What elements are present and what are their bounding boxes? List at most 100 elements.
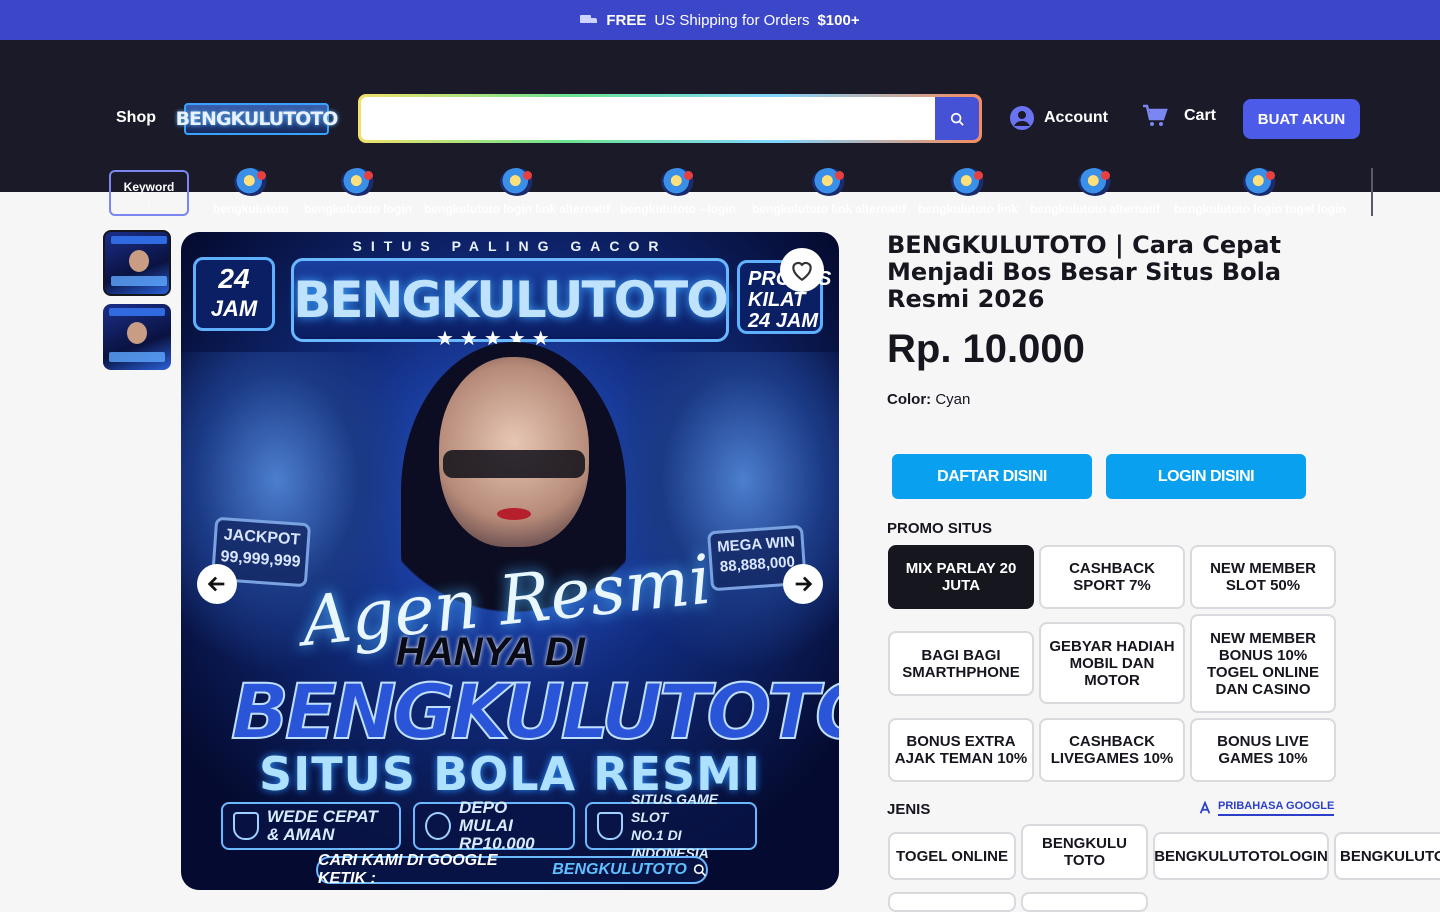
account-link[interactable]: Account [1010, 106, 1108, 130]
keyword-text: bengkulutoto login [304, 202, 412, 216]
shop-link[interactable]: Shop [116, 109, 156, 127]
keyword-item[interactable]: bengkulutoto login link alternatif [424, 168, 610, 216]
feature-text: SITUS GAME SLOT NO.1 DI INDONESIA [631, 790, 745, 862]
product-thumbnail[interactable] [103, 230, 171, 296]
product-thumbnail[interactable] [103, 304, 171, 370]
signup-button[interactable]: BUAT AKUN [1243, 99, 1360, 139]
trophy-icon [597, 812, 623, 840]
thumbnail-band [109, 308, 165, 316]
product-color: Color: Cyan [887, 391, 970, 408]
feature-box: DEPO MULAI RP10.000 [413, 799, 575, 853]
product-price: Rp. 10.000 [887, 327, 1085, 371]
carousel-prev-button[interactable] [197, 564, 237, 604]
hint-prefix: CARI KAMI DI GOOGLE KETIK : [318, 852, 498, 887]
jenis-option[interactable]: BENGKULUTOTOLOGIN [1153, 832, 1329, 880]
keyword-text: bengkulutoto login link alternatif [424, 202, 610, 216]
scroll-divider [1371, 168, 1373, 216]
translate-icon [1199, 801, 1211, 814]
badge-24-jam: 24 JAM [193, 257, 275, 331]
slot-logo-icon [1242, 168, 1277, 196]
slot-logo-icon [951, 168, 985, 196]
announcement-amount: $100+ [817, 11, 860, 29]
promo-option[interactable]: CASHBACK SPORT 7% [1039, 545, 1185, 609]
badge-line: 24 JAM [748, 310, 819, 332]
feature-text: DEPO MULAI RP10.000 [459, 799, 563, 853]
promo-option[interactable]: BONUS EXTRA AJAK TEMAN 10% [888, 718, 1034, 782]
keyword-label: Keyword : [109, 170, 189, 216]
jenis-option[interactable]: BENGKULUTOTO [1334, 832, 1440, 880]
truck-icon [580, 13, 598, 27]
coins-icon [425, 812, 451, 840]
jenis-option[interactable]: TOGEL ONLINE [888, 832, 1016, 880]
color-value: Cyan [935, 391, 971, 408]
product-title: BENGKULUTOTO | Cara Cepat Menjadi Bos Be… [887, 231, 1282, 313]
feature-line: DEPO MULAI [459, 798, 513, 835]
banner-brand-big: BENGKULUTOTO [230, 666, 839, 757]
keyword-item[interactable]: bengkulutoto [213, 168, 289, 216]
badge-24-unit: JAM [210, 296, 258, 321]
promo-option[interactable]: BONUS LIVE GAMES 10% [1190, 718, 1336, 782]
keyword-item[interactable]: bengkulutoto link alternatif [752, 168, 906, 216]
heart-icon [792, 261, 812, 282]
carousel-next-button[interactable] [783, 564, 823, 604]
search-frame [361, 97, 979, 140]
jenis-option-partial[interactable] [1021, 892, 1148, 912]
hint-brand: BENGKULUTOTO [552, 861, 687, 878]
banner-search-hint: CARI KAMI DI GOOGLE KETIK : BENGKULUTOTO [316, 852, 708, 887]
site-logo[interactable]: BENGKULUTOTO [176, 103, 338, 135]
arrow-right-icon [795, 576, 813, 592]
announcement-bar: FREE US Shipping for Orders $100+ [0, 0, 1440, 40]
keyword-item[interactable]: bengkulutoto link [918, 168, 1018, 216]
banner-top-text: SITUS PALING GACOR [352, 238, 668, 254]
promo-option[interactable]: NEW MEMBER SLOT 50% [1190, 545, 1336, 609]
feature-box: SITUS GAME SLOT NO.1 DI INDONESIA [585, 791, 757, 861]
keyword-item[interactable]: bengkulutoto alternatif [1030, 168, 1160, 216]
announcement-bold: FREE [606, 11, 647, 29]
slot-logo-icon [660, 168, 695, 196]
thumbnail-text [109, 352, 165, 362]
feature-line: WEDE CEPAT [267, 807, 378, 826]
thumbnail-band [111, 236, 167, 244]
cart-icon [1143, 104, 1168, 126]
promo-option[interactable]: MIX PARLAY 20 JUTA [888, 545, 1034, 609]
login-button[interactable]: LOGIN DISINI [1106, 454, 1306, 499]
feature-line: RP10.000 [459, 834, 535, 853]
keyword-text: bengkulutoto link alternatif [752, 202, 907, 216]
cart-label: Cart [1184, 107, 1217, 124]
keyword-item[interactable]: bengkulutoto login [304, 168, 412, 216]
thumbnail-text [111, 276, 167, 286]
cart-link[interactable]: Cart [1142, 104, 1216, 128]
keyword-text: bengkulutoto alternatif [1030, 202, 1160, 216]
slot-logo-icon [1078, 168, 1112, 196]
badge-24-number: 24 [218, 263, 250, 294]
keyword-text: bengkulutoto link [918, 202, 1018, 216]
promo-heading: PROMO SITUS [887, 520, 993, 537]
slot-logo-icon [233, 168, 268, 196]
wishlist-button[interactable] [780, 248, 824, 292]
search-input[interactable] [361, 97, 935, 140]
jenis-option-partial[interactable] [888, 892, 1016, 912]
translate-link[interactable]: PRIBAHASA GOOGLE [1198, 800, 1335, 816]
announcement-text: US Shipping for Orders [654, 11, 810, 29]
keyword-item[interactable]: bengkulutoto login togel login [1174, 168, 1346, 216]
jenis-option[interactable]: BENGKULU TOTO [1021, 824, 1148, 880]
user-icon [1010, 106, 1034, 130]
promo-option[interactable]: BAGI BAGI SMARTHPHONE [888, 631, 1034, 696]
keyword-text: bengkulutoto [213, 202, 289, 216]
keyword-item[interactable]: bengkulutoto --login [620, 168, 736, 216]
thumbnail-face [129, 250, 149, 272]
promo-option[interactable]: GEBYAR HADIAH MOBIL DAN MOTOR [1039, 622, 1185, 704]
feature-line: SITUS GAME SLOT [631, 791, 719, 825]
register-button[interactable]: DAFTAR DISINI [892, 454, 1092, 499]
site-header: Shop BENGKULUTOTO Account Cart BUAT AKUN… [0, 40, 1440, 216]
promo-option[interactable]: CASHBACK LIVEGAMES 10% [1039, 718, 1185, 782]
account-label: Account [1044, 109, 1108, 126]
keyword-text: bengkulutoto --login [620, 202, 736, 216]
search-bar [358, 94, 982, 143]
slot-logo-icon [340, 168, 375, 196]
search-button[interactable] [935, 97, 979, 140]
shield-icon [233, 812, 259, 840]
promo-option[interactable]: NEW MEMBER BONUS 10% TOGEL ONLINE DAN CA… [1190, 614, 1336, 713]
arrow-left-icon [207, 576, 225, 592]
product-image: SITUS PALING GACOR 24 JAM BENGKULUTOTO ★… [181, 232, 839, 890]
